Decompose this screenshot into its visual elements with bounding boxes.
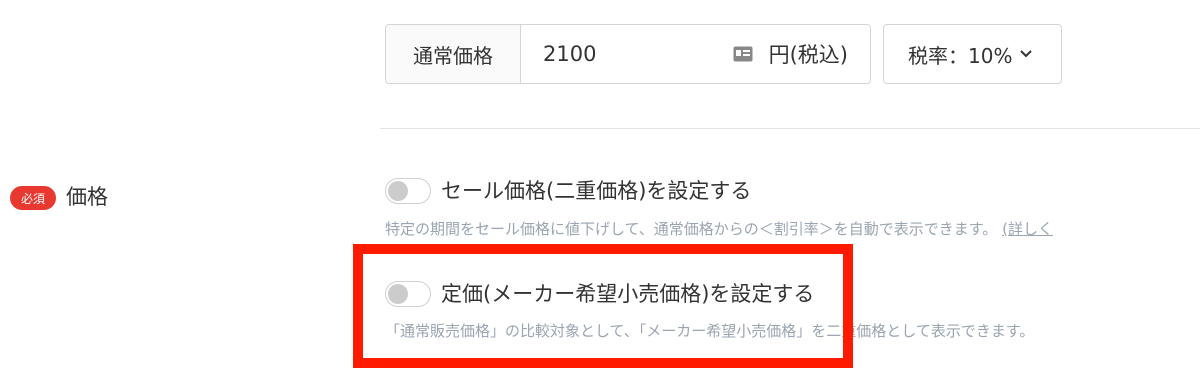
required-badge: 必須 (10, 186, 56, 210)
tax-rate-value: 税率：10% (908, 43, 1013, 68)
chevron-down-icon (1018, 46, 1034, 62)
price-field-label: 価格 (66, 185, 108, 209)
sale-price-toggle-label: セール価格(二重価格)を設定する (441, 179, 752, 203)
card-icon (733, 46, 753, 62)
list-price-help-text: 「通常販売価格」の比較対象として、「メーカー希望小売価格」を二重価格として表示で… (385, 322, 1035, 340)
regular-price-label: 通常価格 (386, 25, 521, 83)
tax-rate-select[interactable]: 税率：10% (883, 24, 1062, 84)
price-unit: 円(税込) (768, 43, 848, 67)
regular-price-input[interactable] (521, 25, 733, 83)
details-link[interactable]: (詳しく (1002, 220, 1053, 238)
list-price-toggle-label: 定価(メーカー希望小売価格)を設定する (441, 282, 815, 306)
toggle-knob (388, 284, 408, 304)
sale-price-toggle[interactable] (385, 178, 431, 204)
price-settings-panel: 通常価格 円(税込) 税率：10% 必須 価格 セール価格(二重価格)を設定する… (0, 0, 1200, 388)
sale-price-help: 特定の期間をセール価格に値下げして、通常価格からの＜割引率＞を自動で表示できます… (385, 220, 998, 238)
section-divider (380, 128, 1200, 129)
sale-price-help-text: 特定の期間をセール価格に値下げして、通常価格からの＜割引率＞を自動で表示できます… (385, 218, 1053, 240)
list-price-toggle[interactable] (385, 281, 431, 307)
regular-price-input-group: 通常価格 円(税込) (385, 24, 871, 84)
toggle-knob (388, 181, 408, 201)
